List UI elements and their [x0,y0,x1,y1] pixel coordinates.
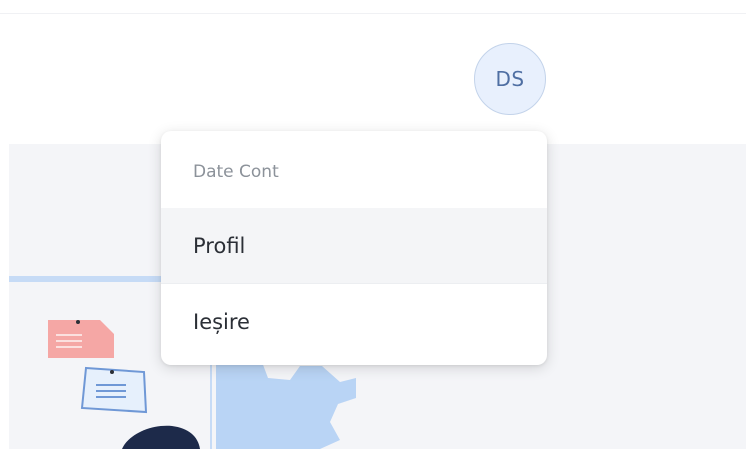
illustration-figure [122,425,200,449]
red-note-icon [48,320,114,358]
menu-item-label: Profil [193,233,246,258]
blue-note-icon [80,366,148,414]
gear-icon [216,362,356,449]
account-menu-header: Date Cont [193,162,279,182]
menu-item-label: Ieșire [193,309,250,334]
menu-item-profile[interactable]: Profil [161,208,547,283]
illustration-frame-edge [210,360,212,449]
illustration-line [9,276,169,282]
account-dropdown-menu: Date Cont Profil Ieșire [161,131,547,365]
page: DS Date Cont Profil Ieșire [0,0,746,449]
menu-item-logout[interactable]: Ieșire [161,284,547,359]
